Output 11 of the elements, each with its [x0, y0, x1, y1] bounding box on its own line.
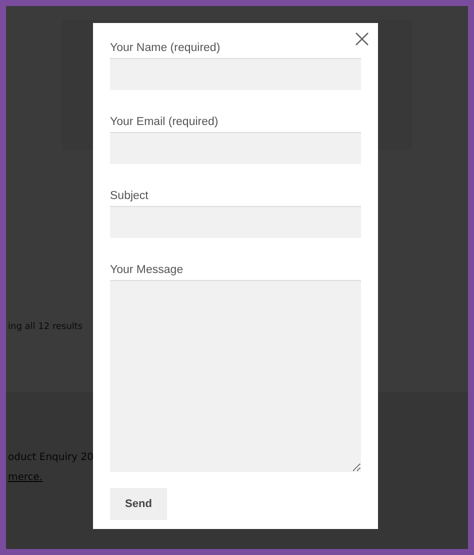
field-label: Your Message: [110, 263, 184, 277]
send-button[interactable]: Send: [110, 488, 167, 520]
input-field[interactable]: [110, 132, 361, 164]
close-button[interactable]: [355, 32, 369, 46]
close-icon: [355, 32, 369, 46]
field-label: Your Name (required): [110, 41, 222, 55]
field-label: Subject: [110, 189, 150, 203]
input-field[interactable]: [110, 206, 361, 238]
field-label: Your Email (required): [110, 115, 220, 129]
input-field[interactable]: [110, 58, 361, 90]
message-field[interactable]: [110, 280, 361, 472]
